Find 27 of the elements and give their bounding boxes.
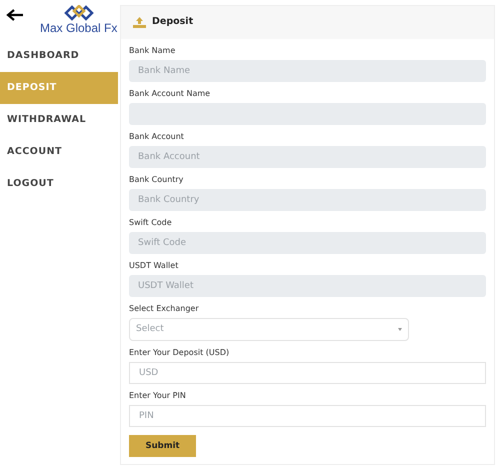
field-label: Bank Country [129,174,184,186]
field-label: Swift Code [129,217,173,229]
sidebar-item[interactable]: ACCOUNT [0,136,118,168]
input-field[interactable]: USDT Wallet [129,275,486,297]
field-label: Bank Account Name [129,88,212,100]
input-field[interactable]: USD [129,362,486,384]
logo-icon [64,5,94,21]
input-field[interactable]: Bank Country [129,189,486,211]
field-label: Select Exchanger [129,303,200,315]
input-field[interactable]: PIN [129,405,486,427]
field-label: Enter Your Deposit (USD) [129,347,230,359]
upload-icon [133,17,146,28]
submit-button[interactable]: Submit [129,435,196,457]
input-field[interactable]: Bank Account [129,146,486,168]
field-label: Bank Account [129,131,185,143]
logo-text: Max Global Fx [40,21,118,35]
caret-icon [398,328,402,331]
sidebar-item[interactable]: WITHDRAWAL [0,104,118,136]
back-arrow-icon[interactable] [6,9,24,21]
field-label: Bank Name [129,45,176,57]
panel-title: Deposit [152,15,194,30]
field-label: USDT Wallet [129,260,180,272]
sidebar-item[interactable]: DASHBOARD [0,40,118,72]
input-field[interactable]: Bank Name [129,60,486,82]
sidebar-item[interactable]: LOGOUT [0,168,118,200]
input-field[interactable]: Swift Code [129,232,486,254]
field-label: Enter Your PIN [129,390,187,402]
